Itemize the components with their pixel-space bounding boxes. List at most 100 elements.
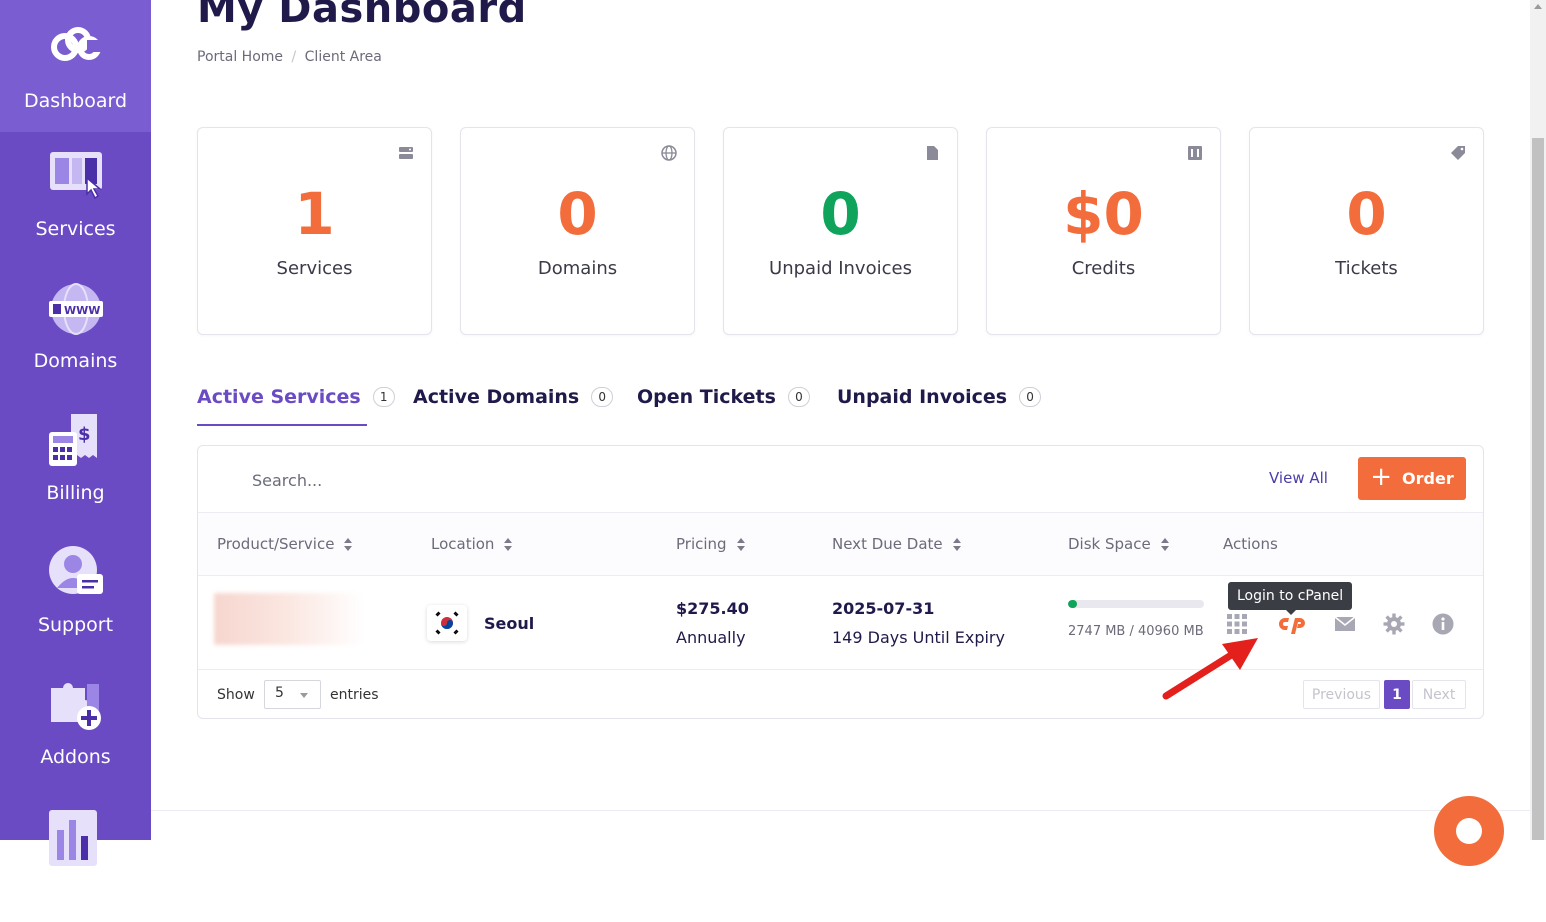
sidebar-item-label: Addons: [40, 746, 111, 768]
column-disk-space[interactable]: Disk Space: [1068, 535, 1169, 553]
show-label: Show: [217, 687, 255, 703]
order-button[interactable]: + Order: [1358, 457, 1466, 500]
stat-label: Credits: [1071, 258, 1136, 279]
stat-label: Tickets: [1335, 258, 1398, 279]
sidebar-item-dashboard[interactable]: Dashboard: [0, 0, 151, 132]
footer-divider: [151, 810, 1530, 811]
tab-active-services[interactable]: Active Services 1: [197, 386, 395, 408]
product-name-redacted[interactable]: [214, 593, 364, 645]
gear-icon[interactable]: [1382, 612, 1406, 636]
column-pricing[interactable]: Pricing: [676, 535, 745, 553]
sidebar: Dashboard Services WWW Domains $ Billing…: [0, 0, 151, 866]
page-title: My Dashboard: [197, 0, 527, 32]
tab-label: Open Tickets: [637, 386, 776, 408]
sidebar-item-label: Domains: [33, 350, 118, 372]
sidebar-item-billing[interactable]: $ Billing: [0, 396, 151, 526]
sidebar-item-domains[interactable]: WWW Domains: [0, 264, 151, 394]
column-next-due-date[interactable]: Next Due Date: [832, 535, 961, 553]
column-label: Product/Service: [217, 535, 335, 553]
location-name: Seoul: [484, 614, 535, 633]
entries-per-page-select[interactable]: 5: [264, 680, 321, 709]
sidebar-item-support[interactable]: Support: [0, 528, 151, 658]
column-label: Next Due Date: [832, 535, 943, 553]
sort-icon: [1160, 537, 1169, 551]
cpanel-icon[interactable]: [1278, 612, 1306, 636]
breadcrumb-client-area: Client Area: [304, 49, 382, 65]
chevron-down-icon: [300, 693, 308, 698]
tab-count-badge: 0: [591, 387, 614, 407]
puzzle-addon-icon: [51, 683, 101, 730]
tab-count-badge: 0: [1019, 387, 1042, 407]
globe-icon: [661, 145, 677, 161]
tab-label: Active Services: [197, 386, 361, 408]
pagination-page-1[interactable]: 1: [1384, 680, 1410, 709]
sidebar-item-reports[interactable]: [0, 792, 151, 922]
pagination-next[interactable]: Next: [1412, 680, 1466, 709]
logo-icon: [51, 27, 105, 61]
chat-widget-button[interactable]: [1434, 796, 1504, 866]
column-label: Pricing: [676, 535, 727, 553]
stat-value: 1: [294, 180, 335, 248]
sidebar-item-label: Services: [35, 218, 116, 240]
email-icon[interactable]: [1333, 612, 1357, 636]
search-input[interactable]: [252, 468, 652, 492]
column-label: Actions: [1223, 535, 1278, 553]
scrollbar-thumb[interactable]: [1532, 138, 1544, 840]
stat-card-credits[interactable]: $0 Credits: [986, 127, 1221, 335]
table-row[interactable]: Seoul $275.40 Annually 2025-07-31 149 Da…: [198, 576, 1483, 670]
plus-icon: +: [1370, 462, 1393, 492]
table-footer: Show 5 entries Previous 1 Next: [198, 670, 1483, 718]
column-product-service[interactable]: Product/Service: [217, 535, 353, 553]
pagination-previous[interactable]: Previous: [1303, 680, 1380, 709]
services-icon: [50, 152, 103, 200]
column-location[interactable]: Location: [431, 535, 513, 553]
tab-active-domains[interactable]: Active Domains 0: [413, 386, 614, 408]
stat-value: 0: [820, 180, 861, 248]
disk-usage-fill: [1068, 600, 1078, 608]
price: $275.40: [676, 599, 749, 618]
sort-icon: [504, 537, 513, 551]
column-label: Disk Space: [1068, 535, 1151, 553]
billing-calculator-icon: $: [49, 414, 97, 466]
credit-icon: [1188, 146, 1202, 160]
sort-icon: [344, 537, 353, 551]
stat-card-unpaid-invoices[interactable]: 0 Unpaid Invoices: [723, 127, 958, 335]
entries-label: entries: [330, 687, 379, 703]
svg-text:WWW: WWW: [64, 304, 100, 317]
sidebar-item-addons[interactable]: Addons: [0, 660, 151, 790]
tab-label: Unpaid Invoices: [837, 386, 1008, 408]
stat-label: Unpaid Invoices: [769, 258, 912, 279]
entries-select-value: 5: [275, 685, 284, 701]
breadcrumb-portal-home[interactable]: Portal Home: [197, 49, 283, 65]
stat-card-domains[interactable]: 0 Domains: [460, 127, 695, 335]
server-icon: [399, 147, 413, 159]
stat-value: 0: [1346, 180, 1387, 248]
stat-value: 0: [557, 180, 598, 248]
tab-open-tickets[interactable]: Open Tickets 0: [637, 386, 810, 408]
tab-unpaid-invoices[interactable]: Unpaid Invoices 0: [837, 386, 1042, 408]
stat-card-tickets[interactable]: 0 Tickets: [1249, 127, 1484, 335]
red-arrow-annotation: [1162, 638, 1258, 700]
billing-cycle: Annually: [676, 628, 746, 647]
info-icon[interactable]: [1431, 612, 1455, 636]
stat-label: Domains: [537, 258, 618, 279]
services-panel: View All + Order Product/Service Locatio…: [197, 445, 1484, 719]
stat-label: Services: [276, 258, 353, 279]
view-all-link[interactable]: View All: [1269, 469, 1328, 487]
breadcrumb-separator: /: [291, 49, 297, 65]
days-until-expiry: 149 Days Until Expiry: [832, 628, 1005, 647]
tab-label: Active Domains: [413, 386, 580, 408]
order-button-label: Order: [1402, 469, 1454, 488]
www-globe-icon: WWW: [49, 283, 103, 335]
stat-card-services[interactable]: 1 Services: [197, 127, 432, 335]
scroll-up-arrow-icon[interactable]: [1534, 4, 1542, 9]
scrollbar[interactable]: [1530, 0, 1546, 840]
sort-icon: [952, 537, 961, 551]
active-tab-indicator: [197, 424, 367, 426]
stat-value: $0: [1063, 180, 1144, 248]
chart-icon: [49, 810, 97, 866]
sidebar-item-services[interactable]: Services: [0, 132, 151, 262]
tab-count-badge: 1: [372, 387, 395, 407]
column-actions: Actions: [1223, 535, 1278, 553]
sort-icon: [736, 537, 745, 551]
